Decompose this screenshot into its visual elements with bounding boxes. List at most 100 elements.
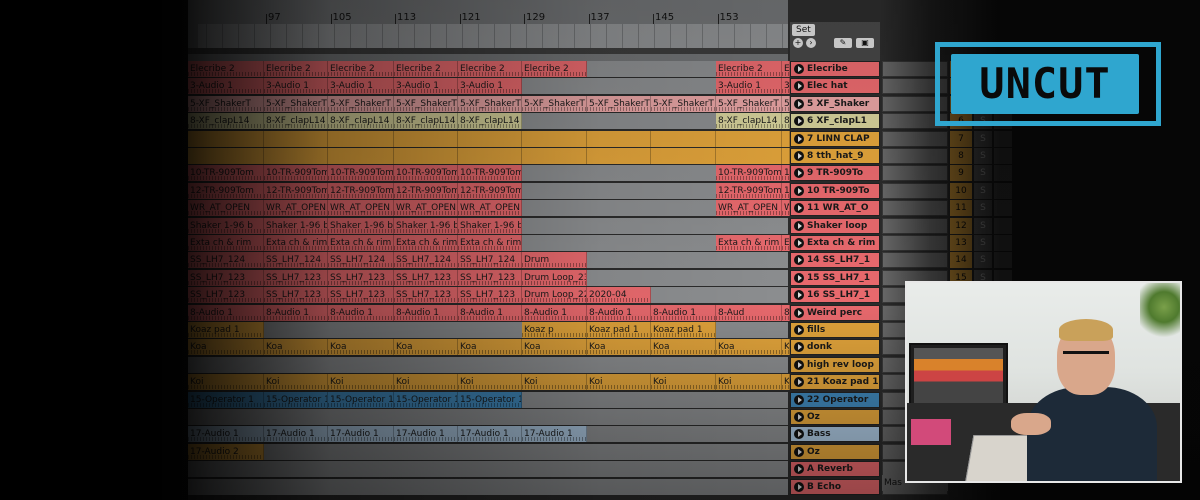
- track-play-icon[interactable]: [794, 238, 804, 248]
- clip[interactable]: [394, 148, 458, 164]
- clip[interactable]: SS_LH7_124: [328, 252, 394, 269]
- track-header[interactable]: 11 WR_AT_O: [790, 200, 880, 217]
- track-header[interactable]: 21 Koaz pad 1: [790, 374, 880, 391]
- clip[interactable]: 3-Audio 1: [328, 78, 394, 95]
- clip[interactable]: [716, 130, 782, 147]
- clip[interactable]: 15-Operator 1: [264, 391, 328, 408]
- clip[interactable]: Koi: [651, 374, 716, 391]
- clip[interactable]: Koi: [264, 374, 328, 391]
- clip[interactable]: [587, 148, 651, 164]
- empty-clip-slot[interactable]: [188, 356, 788, 373]
- clip[interactable]: Koa: [458, 339, 522, 356]
- clip[interactable]: [651, 148, 716, 164]
- clip[interactable]: SS_LH7_124: [394, 252, 458, 269]
- clip[interactable]: 12-TR-909Tom: [716, 182, 782, 199]
- clip[interactable]: [651, 130, 716, 147]
- add-locator-icon[interactable]: +: [793, 38, 803, 48]
- mixer-strip[interactable]: [882, 165, 948, 182]
- track-header[interactable]: 14 SS_LH7_1: [790, 252, 880, 269]
- mixer-strip[interactable]: [882, 200, 948, 217]
- clip[interactable]: [522, 130, 587, 147]
- clip[interactable]: 10-TR-909Tom: [458, 165, 522, 182]
- track-play-icon[interactable]: [794, 255, 804, 266]
- arm-button[interactable]: [994, 182, 1012, 199]
- clip[interactable]: 15-Operator 1: [458, 391, 522, 408]
- clip[interactable]: 5-XF_ShakerT: [328, 95, 394, 112]
- clip[interactable]: 3-Audio 1: [394, 78, 458, 95]
- clip[interactable]: 17-Audio 1: [394, 426, 458, 443]
- clip[interactable]: [264, 148, 328, 164]
- mixer-strip[interactable]: [882, 252, 948, 269]
- track-activator-button[interactable]: 10: [950, 182, 972, 199]
- clip[interactable]: WR_AT_OPEN: [782, 200, 790, 217]
- clip[interactable]: Koa: [522, 339, 587, 356]
- clip[interactable]: 12-TR-909Tom: [394, 182, 458, 199]
- clip[interactable]: [716, 148, 782, 164]
- clip[interactable]: [188, 148, 264, 164]
- clip[interactable]: SS_LH7_123: [264, 269, 328, 286]
- clip[interactable]: 8-XF_clapL14: [394, 113, 458, 130]
- clip[interactable]: 8-XF_clapL14: [782, 113, 790, 130]
- clip[interactable]: 15-Operator 1: [394, 391, 458, 408]
- mixer-strip[interactable]: [882, 235, 948, 251]
- clip[interactable]: WR_AT_OPEN: [716, 200, 782, 217]
- clip[interactable]: 8-Audio: [782, 304, 790, 321]
- clip[interactable]: 10-TR-909Tom: [782, 165, 790, 182]
- track-play-icon[interactable]: [794, 168, 804, 179]
- clip[interactable]: 17-Audio 1: [328, 426, 394, 443]
- clip[interactable]: 10-TR-909Tom: [394, 165, 458, 182]
- clip[interactable]: Koa: [264, 339, 328, 356]
- track-activator-button[interactable]: 9: [950, 165, 972, 182]
- solo-button[interactable]: S: [974, 165, 992, 182]
- clip[interactable]: SS_LH7_123: [328, 269, 394, 286]
- arm-button[interactable]: [994, 130, 1012, 147]
- empty-clip-slot[interactable]: [188, 478, 788, 495]
- clip[interactable]: 3-Audio 1: [188, 78, 264, 95]
- clip[interactable]: [587, 130, 651, 147]
- clip[interactable]: 17-Audio 1: [522, 426, 587, 443]
- clip[interactable]: Drum Loop_23_Top: [522, 269, 587, 286]
- clip[interactable]: Drum: [522, 252, 587, 269]
- clip[interactable]: 8-Audio 1: [264, 304, 328, 321]
- clip[interactable]: 8-XF_clapL14: [458, 113, 522, 130]
- track-header[interactable]: Elec hat: [790, 78, 880, 95]
- clip[interactable]: Exta ch & rim: [716, 235, 782, 251]
- clip[interactable]: 17-Audio 1: [264, 426, 328, 443]
- track-play-icon[interactable]: [794, 133, 804, 144]
- track-header[interactable]: 16 SS_LH7_1: [790, 287, 880, 304]
- clip[interactable]: Koi: [716, 374, 782, 391]
- clip[interactable]: 3-Audio 1: [716, 78, 782, 95]
- clip[interactable]: [394, 130, 458, 147]
- clip[interactable]: SS_LH7_123: [188, 287, 264, 304]
- clip[interactable]: 17-Audio 1: [458, 426, 522, 443]
- clip[interactable]: 5-XF_ShakerT: [188, 95, 264, 112]
- clip[interactable]: 8-Audio 1: [188, 304, 264, 321]
- clip[interactable]: 8-Audio 1: [458, 304, 522, 321]
- track-header[interactable]: 15 SS_LH7_1: [790, 269, 880, 286]
- track-play-icon[interactable]: [794, 116, 804, 127]
- clip[interactable]: WR_AT_OPEN: [394, 200, 458, 217]
- clip[interactable]: 8-Audio 1: [522, 304, 587, 321]
- clip[interactable]: 8-XF_clapL14: [716, 113, 782, 130]
- track-play-icon[interactable]: [794, 81, 804, 92]
- clip[interactable]: Koaz p: [522, 322, 587, 338]
- track-play-icon[interactable]: [794, 203, 804, 214]
- track-header[interactable]: donk: [790, 339, 880, 356]
- clip[interactable]: 10-TR-909Tom: [188, 165, 264, 182]
- timeline-ruler[interactable]: 97 105 113 121 129 137 145 153: [188, 0, 788, 62]
- clip[interactable]: Koa: [651, 339, 716, 356]
- clip[interactable]: SS_LH7_124: [188, 252, 264, 269]
- track-header[interactable]: Exta ch & rim: [790, 235, 880, 251]
- solo-button[interactable]: S: [974, 252, 992, 269]
- clip[interactable]: 8-XF_clapL14: [188, 113, 264, 130]
- clip[interactable]: [264, 130, 328, 147]
- clip[interactable]: 5-XF_ShakerT: [458, 95, 522, 112]
- clip[interactable]: 12-TR-909Tom: [188, 182, 264, 199]
- empty-clip-slot[interactable]: [188, 409, 788, 425]
- clip[interactable]: WR_AT_OPEN: [458, 200, 522, 217]
- clip[interactable]: 10-TR-909Tom: [264, 165, 328, 182]
- arm-button[interactable]: [994, 217, 1012, 234]
- track-play-icon[interactable]: [794, 412, 804, 422]
- track-header[interactable]: Oz: [790, 443, 880, 460]
- track-play-icon[interactable]: [794, 64, 804, 74]
